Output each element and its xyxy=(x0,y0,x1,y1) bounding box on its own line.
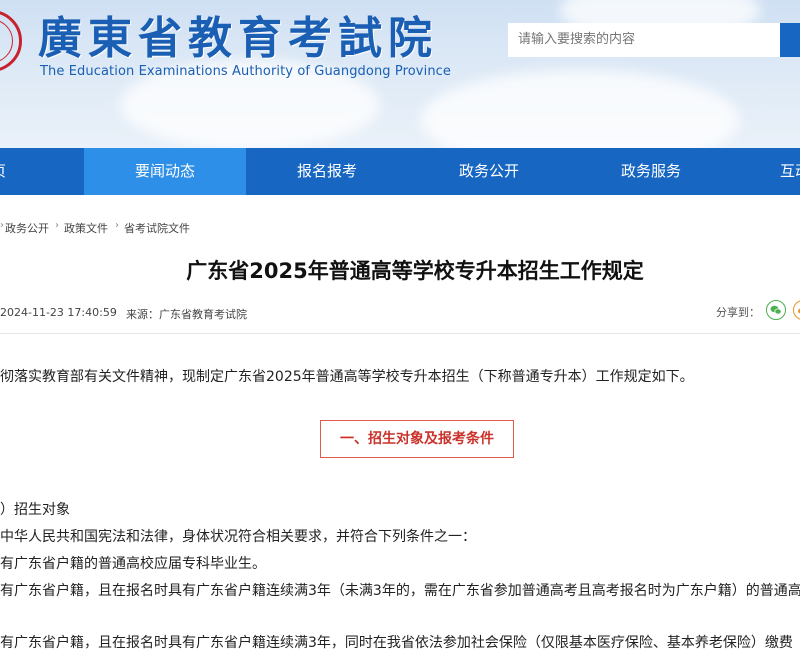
emblem-icon xyxy=(0,10,22,72)
breadcrumb-separator-icon: › xyxy=(55,220,59,231)
article-title: 广东省2025年普通高等学校专升本招生工作规定 xyxy=(186,259,644,283)
breadcrumb-item[interactable]: 省考试院文件 xyxy=(124,220,190,236)
share-label: 分享到： xyxy=(716,306,760,319)
paragraph-line: 有广东省户籍的普通高校应届专科毕业生。 xyxy=(0,556,266,572)
article-source: 来源：广东省教育考试院 xyxy=(126,308,247,321)
nav-government-services[interactable]: 政务服务 xyxy=(570,148,732,195)
weibo-share-icon[interactable] xyxy=(793,300,800,320)
breadcrumb-separator-icon: › xyxy=(0,220,4,231)
site-logo-english: The Education Examinations Authority of … xyxy=(40,64,452,79)
site-header: 廣東省教育考試院 The Education Examinations Auth… xyxy=(0,0,800,148)
divider xyxy=(0,333,800,334)
breadcrumb-item[interactable]: 政策文件 xyxy=(64,220,108,236)
search-button[interactable] xyxy=(780,23,800,57)
nav-registration[interactable]: 报名报考 xyxy=(246,148,408,195)
site-logo[interactable]: 廣東省教育考試院 xyxy=(38,2,438,66)
section-heading: 一、招生对象及报考条件 xyxy=(320,420,514,458)
breadcrumb-separator-icon: › xyxy=(115,220,119,231)
paragraph-line: 有广东省户籍，且在报名时具有广东省户籍连续满3年，同时在我省依法参加社会保险（仅… xyxy=(0,635,793,651)
nav-government-affairs[interactable]: 政务公开 xyxy=(408,148,570,195)
nav-news[interactable]: 要闻动态 xyxy=(84,148,246,195)
sub-heading: ）招生对象 xyxy=(0,502,70,518)
intro-paragraph: 彻落实教育部有关文件精神，现制定广东省2025年普通高等学校专升本招生（下称普通… xyxy=(0,369,694,385)
nav-interaction[interactable]: 互动 xyxy=(780,148,800,195)
main-nav: 首页 要闻动态 报名报考 政务公开 政务服务 互动 xyxy=(0,148,800,195)
paragraph-line: 有广东省户籍，且在报名时具有广东省户籍连续满3年（未满3年的，需在广东省参加普通… xyxy=(0,583,800,599)
search-input[interactable] xyxy=(508,23,780,57)
breadcrumb-item[interactable]: 政务公开 xyxy=(5,220,49,236)
publish-date: 2024-11-23 17:40:59 xyxy=(0,306,117,319)
wechat-share-icon[interactable] xyxy=(766,300,786,320)
paragraph-line: 中华人民共和国宪法和法律，身体状况符合相关要求，并符合下列条件之一： xyxy=(0,529,476,545)
nav-home[interactable]: 首页 xyxy=(0,148,22,195)
